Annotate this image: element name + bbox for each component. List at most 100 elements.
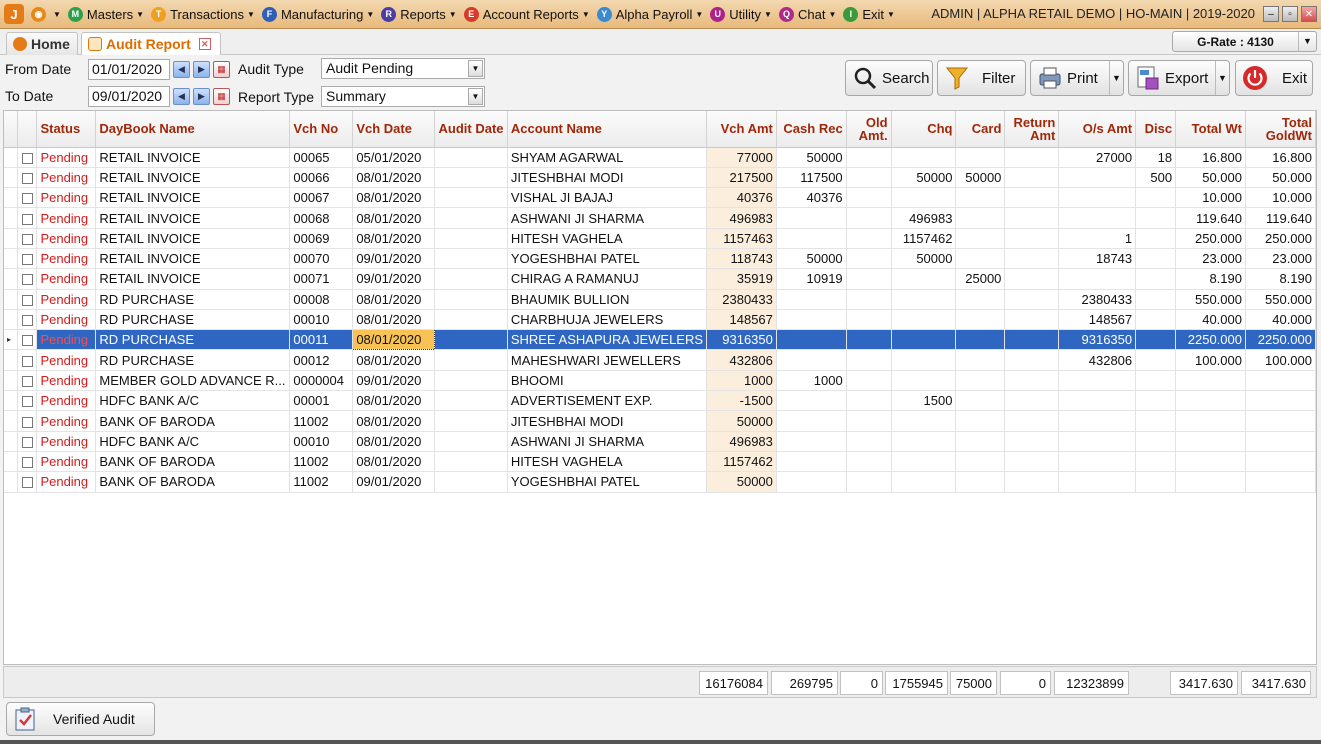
exit-button[interactable]: Exit: [1235, 60, 1313, 96]
cell-os-amt[interactable]: 18743: [1058, 248, 1137, 270]
cell-old-amt[interactable]: [846, 471, 892, 493]
table-row[interactable]: Pending RD PURCHASE 00012 08/01/2020 MAHESHW…: [4, 349, 1316, 371]
cell-old-amt[interactable]: [846, 309, 892, 331]
row-checkbox[interactable]: [21, 294, 33, 306]
cell-os-amt[interactable]: [1058, 268, 1137, 290]
cell-status[interactable]: Pending: [36, 248, 97, 270]
cell-cash-rec[interactable]: 40376: [776, 187, 847, 209]
cell-vch-amt[interactable]: 148567: [706, 309, 777, 331]
cell-return-amt[interactable]: [1004, 431, 1060, 452]
cell-chq[interactable]: [891, 431, 957, 452]
cell-card[interactable]: [955, 248, 1006, 270]
cell-cash-rec[interactable]: [776, 410, 847, 432]
cell-vch-date[interactable]: 08/01/2020: [352, 309, 436, 331]
cell-vch-no[interactable]: 00070: [289, 248, 354, 270]
row-checkbox[interactable]: [21, 457, 33, 469]
cell-return-amt[interactable]: [1004, 228, 1060, 249]
calendar-icon[interactable]: ▦: [213, 61, 230, 78]
cell-total-wt[interactable]: 2250.000: [1175, 329, 1246, 351]
cell-total-goldwt[interactable]: 16.800: [1245, 147, 1316, 168]
column-header-chq[interactable]: Chq: [891, 111, 957, 148]
cell-disc[interactable]: [1135, 370, 1177, 392]
cell-card[interactable]: [955, 390, 1006, 412]
cell-return-amt[interactable]: [1004, 471, 1060, 493]
cell-vch-amt[interactable]: 1157463: [706, 228, 777, 249]
cell-vch-amt[interactable]: 40376: [706, 187, 777, 209]
cell-total-wt[interactable]: 23.000: [1175, 248, 1246, 270]
cell-vch-no[interactable]: 00067: [289, 187, 354, 209]
cell-os-amt[interactable]: [1058, 471, 1137, 493]
cell-audit-date[interactable]: [434, 147, 508, 168]
cell-daybook-name[interactable]: BANK OF BARODA: [95, 471, 291, 493]
cell-account-name[interactable]: HITESH VAGHELA: [507, 228, 708, 249]
cell-vch-amt[interactable]: 2380433: [706, 289, 777, 310]
cell-card[interactable]: 25000: [955, 268, 1006, 290]
cell-cash-rec[interactable]: [776, 431, 847, 452]
maximize-icon[interactable]: ▫: [1282, 6, 1298, 22]
cell-os-amt[interactable]: [1058, 370, 1137, 392]
cell-card[interactable]: [955, 329, 1006, 351]
cell-vch-no[interactable]: 00011: [289, 329, 354, 351]
cell-disc[interactable]: 500: [1135, 167, 1177, 189]
cell-old-amt[interactable]: [846, 248, 892, 270]
row-checkbox[interactable]: [21, 375, 33, 387]
cell-vch-date[interactable]: 08/01/2020: [352, 207, 436, 229]
next-date-icon[interactable]: ▶: [193, 61, 210, 78]
cell-total-goldwt[interactable]: 40.000: [1245, 309, 1316, 331]
cell-os-amt[interactable]: [1058, 431, 1137, 452]
cell-card[interactable]: [955, 431, 1006, 452]
cell-return-amt[interactable]: [1004, 309, 1060, 331]
cell-cash-rec[interactable]: [776, 471, 847, 493]
cell-vch-no[interactable]: 00071: [289, 268, 354, 290]
table-row[interactable]: Pending RETAIL INVOICE 00066 08/01/2020 JITE…: [4, 167, 1316, 189]
cell-disc[interactable]: [1135, 410, 1177, 432]
menu-masters[interactable]: M Masters ▼: [67, 6, 144, 22]
cell-cash-rec[interactable]: [776, 390, 847, 412]
cell-daybook-name[interactable]: RD PURCHASE: [95, 329, 291, 351]
cell-status[interactable]: Pending: [36, 329, 97, 351]
cell-account-name[interactable]: ADVERTISEMENT EXP.: [507, 390, 708, 412]
menu-exit[interactable]: I Exit ▼: [843, 6, 895, 22]
cell-status[interactable]: Pending: [36, 147, 97, 168]
cell-old-amt[interactable]: [846, 289, 892, 310]
cell-total-wt[interactable]: [1175, 410, 1246, 432]
cell-total-goldwt[interactable]: 10.000: [1245, 187, 1316, 209]
column-header-total-goldwt[interactable]: Total GoldWt: [1245, 111, 1316, 148]
cell-vch-no[interactable]: 00008: [289, 289, 354, 310]
column-header-cash-rec[interactable]: Cash Rec: [776, 111, 847, 148]
row-checkbox[interactable]: [21, 152, 33, 164]
table-row[interactable]: Pending BANK OF BARODA 11002 09/01/2020 YOGE…: [4, 471, 1316, 493]
table-row[interactable]: Pending RETAIL INVOICE 00071 09/01/2020 CHIR…: [4, 268, 1316, 290]
cell-return-amt[interactable]: [1004, 289, 1060, 310]
cell-old-amt[interactable]: [846, 147, 892, 168]
cell-account-name[interactable]: CHIRAG A RAMANUJ: [507, 268, 708, 290]
prev-date-icon[interactable]: ◀: [173, 61, 190, 78]
cell-os-amt[interactable]: 432806: [1058, 349, 1137, 371]
cell-return-amt[interactable]: [1004, 349, 1060, 371]
cell-status[interactable]: Pending: [36, 289, 97, 310]
cell-audit-date[interactable]: [434, 431, 508, 452]
cell-chq[interactable]: [891, 410, 957, 432]
cell-vch-date[interactable]: 09/01/2020: [352, 370, 436, 392]
cell-total-goldwt[interactable]: 50.000: [1245, 167, 1316, 189]
cell-status[interactable]: Pending: [36, 410, 97, 432]
cell-vch-amt[interactable]: -1500: [706, 390, 777, 412]
cell-old-amt[interactable]: [846, 370, 892, 392]
column-header-vch-no[interactable]: Vch No: [289, 111, 354, 148]
chevron-down-icon[interactable]: ▼: [468, 60, 483, 77]
cell-daybook-name[interactable]: BANK OF BARODA: [95, 410, 291, 432]
cell-audit-date[interactable]: [434, 228, 508, 249]
cell-audit-date[interactable]: [434, 410, 508, 432]
audit-type-select[interactable]: Audit Pending ▼: [321, 58, 485, 79]
cell-account-name[interactable]: CHARBHUJA JEWELERS: [507, 309, 708, 331]
cell-disc[interactable]: [1135, 471, 1177, 493]
cell-account-name[interactable]: ASHWANI JI SHARMA: [507, 207, 708, 229]
cell-cash-rec[interactable]: [776, 451, 847, 473]
cell-disc[interactable]: [1135, 309, 1177, 331]
column-header-old-amt[interactable]: Old Amt.: [846, 111, 892, 148]
cell-vch-date[interactable]: 08/01/2020: [352, 431, 436, 452]
export-button[interactable]: Export ▼: [1128, 60, 1230, 96]
cell-status[interactable]: Pending: [36, 390, 97, 412]
cell-chq[interactable]: [891, 349, 957, 371]
cell-vch-no[interactable]: 00066: [289, 167, 354, 189]
